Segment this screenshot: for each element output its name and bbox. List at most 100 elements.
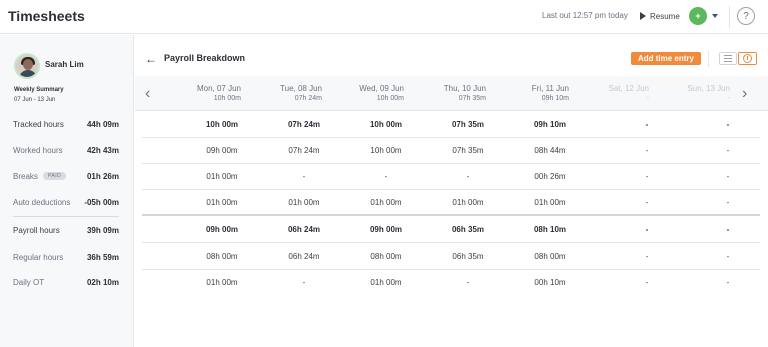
table-cell: - [726, 198, 730, 207]
paid-badge: PAID [42, 172, 67, 180]
table-cell: 01h 00m [370, 278, 402, 287]
table-cell: 09h 00m [205, 225, 239, 234]
day-hours: - [646, 95, 649, 102]
table-cell: - [645, 120, 649, 129]
divider [13, 216, 119, 217]
divider [729, 6, 730, 28]
week-range: 07 Jun - 13 Jun [14, 97, 56, 103]
top-bar: Timesheets Last out 12:57 pm today Resum… [0, 0, 768, 34]
clock-view-icon[interactable] [738, 52, 757, 65]
day-name: Thu, 10 Jun [443, 84, 486, 93]
table-cell: 00h 26m [534, 172, 566, 181]
table-cell: 07h 24m [287, 120, 321, 129]
day-hours: 10h 00m [213, 95, 241, 102]
summary-value: 39h 09m [86, 225, 119, 235]
table-cell: - [726, 172, 730, 181]
summary-label: Daily OT [13, 277, 45, 287]
table-cell: - [645, 225, 649, 234]
divider [708, 51, 709, 67]
table-row: 09h 00m 06h 24m 09h 00m 06h 35m 08h 10m … [142, 217, 760, 243]
weekly-summary-label: Weekly Summary [14, 87, 64, 93]
table-cell: - [302, 278, 306, 287]
summary-label: Payroll hours [13, 225, 60, 235]
table-cell: 10h 00m [205, 120, 239, 129]
table-cell: 08h 00m [534, 252, 566, 261]
table-cell: 01h 00m [288, 198, 320, 207]
table-cell: 00h 10m [534, 278, 566, 287]
app-title: Timesheets [8, 8, 85, 24]
table-row: 01h 00m - - - 00h 26m - - [142, 164, 760, 190]
table-cell: - [645, 172, 649, 181]
table-cell: - [466, 278, 470, 287]
day-name: Sun, 13 Jun [687, 84, 730, 93]
summary-value: 42h 43m [86, 145, 119, 155]
table-cell: 01h 00m [534, 198, 566, 207]
summary-value: -05h 00m [84, 197, 119, 207]
avatar [14, 53, 40, 79]
resume-label: Resume [650, 11, 680, 21]
add-time-entry-button[interactable]: Add time entry [631, 52, 701, 65]
table-cell: - [726, 120, 730, 129]
table-cell: - [384, 172, 388, 181]
table-cell: 06h 35m [451, 225, 485, 234]
table-cell: - [726, 278, 730, 287]
table-cell: - [466, 172, 470, 181]
status-icon[interactable]: + [689, 7, 707, 25]
table-row: 10h 00m 07h 24m 10h 00m 07h 35m 09h 10m … [142, 112, 760, 138]
table-row: 08h 00m 06h 24m 08h 00m 06h 35m 08h 00m … [142, 244, 760, 270]
table-cell: - [645, 198, 649, 207]
table-cell: - [645, 252, 649, 261]
table-cell: 01h 00m [206, 278, 238, 287]
table-cell: 07h 24m [288, 146, 320, 155]
table-cell: 01h 00m [206, 172, 238, 181]
user-name: Sarah Lim [45, 60, 84, 69]
table-cell: 07h 35m [451, 120, 485, 129]
day-name: Sat, 12 Jun [608, 84, 649, 93]
summary-daily-ot: Daily OT 02h 10m [13, 275, 119, 289]
resume-button[interactable]: Resume [640, 8, 680, 24]
table-cell: - [645, 146, 649, 155]
table-cell: - [726, 146, 730, 155]
table-cell: 06h 35m [452, 252, 484, 261]
table-cell: - [302, 172, 306, 181]
chevron-right-icon[interactable]: › [742, 85, 747, 103]
table-cell: 08h 44m [534, 146, 566, 155]
table-cell: - [645, 278, 649, 287]
summary-regular-hours: Regular hours 36h 59m [13, 250, 119, 264]
table-cell: - [726, 225, 730, 234]
day-hours: 10h 00m [376, 95, 404, 102]
day-name: Wed, 09 Jun [359, 84, 404, 93]
table-cell: 01h 00m [370, 198, 402, 207]
table-cell: 08h 00m [370, 252, 402, 261]
summary-breaks: Breaks PAID 01h 26m [13, 169, 119, 183]
day-header: Mon, 07 Jun 10h 00m [161, 84, 241, 102]
list-view-icon[interactable] [719, 52, 737, 65]
summary-label: Worked hours [13, 145, 63, 155]
back-arrow-icon[interactable]: ← [145, 52, 157, 66]
table-cell: - [726, 252, 730, 261]
summary-value: 01h 26m [86, 171, 119, 181]
summary-label: Auto deductions [13, 197, 71, 207]
play-icon [640, 12, 646, 20]
help-icon[interactable]: ? [737, 7, 755, 25]
table-cell: 08h 10m [533, 225, 567, 234]
chevron-down-icon[interactable] [712, 14, 718, 18]
summary-worked-hours: Worked hours 42h 43m [13, 143, 119, 157]
day-header: Sat, 12 Jun - [569, 84, 649, 102]
chevron-left-icon[interactable]: ‹ [145, 85, 150, 103]
summary-payroll-hours: Payroll hours 39h 09m [13, 223, 119, 237]
day-header: Wed, 09 Jun 10h 00m [324, 84, 404, 102]
summary-label: Breaks [13, 171, 38, 181]
day-hours: 07h 35m [458, 95, 486, 102]
day-name: Tue, 08 Jun [280, 84, 322, 93]
summary-tracked-hours: Tracked hours 44h 09m [13, 117, 119, 131]
day-name: Mon, 07 Jun [196, 84, 241, 93]
summary-label: Regular hours [13, 252, 64, 262]
table-row: 09h 00m 07h 24m 10h 00m 07h 35m 08h 44m … [142, 138, 760, 164]
table-cell: 10h 00m [369, 120, 403, 129]
table-cell: 09h 00m [206, 146, 238, 155]
day-header: Fri, 11 Jun 09h 10m [489, 84, 569, 102]
table-row: 01h 00m - 01h 00m - 00h 10m - - [142, 270, 760, 296]
table-cell: 07h 35m [452, 146, 484, 155]
day-hours: - [727, 95, 730, 102]
